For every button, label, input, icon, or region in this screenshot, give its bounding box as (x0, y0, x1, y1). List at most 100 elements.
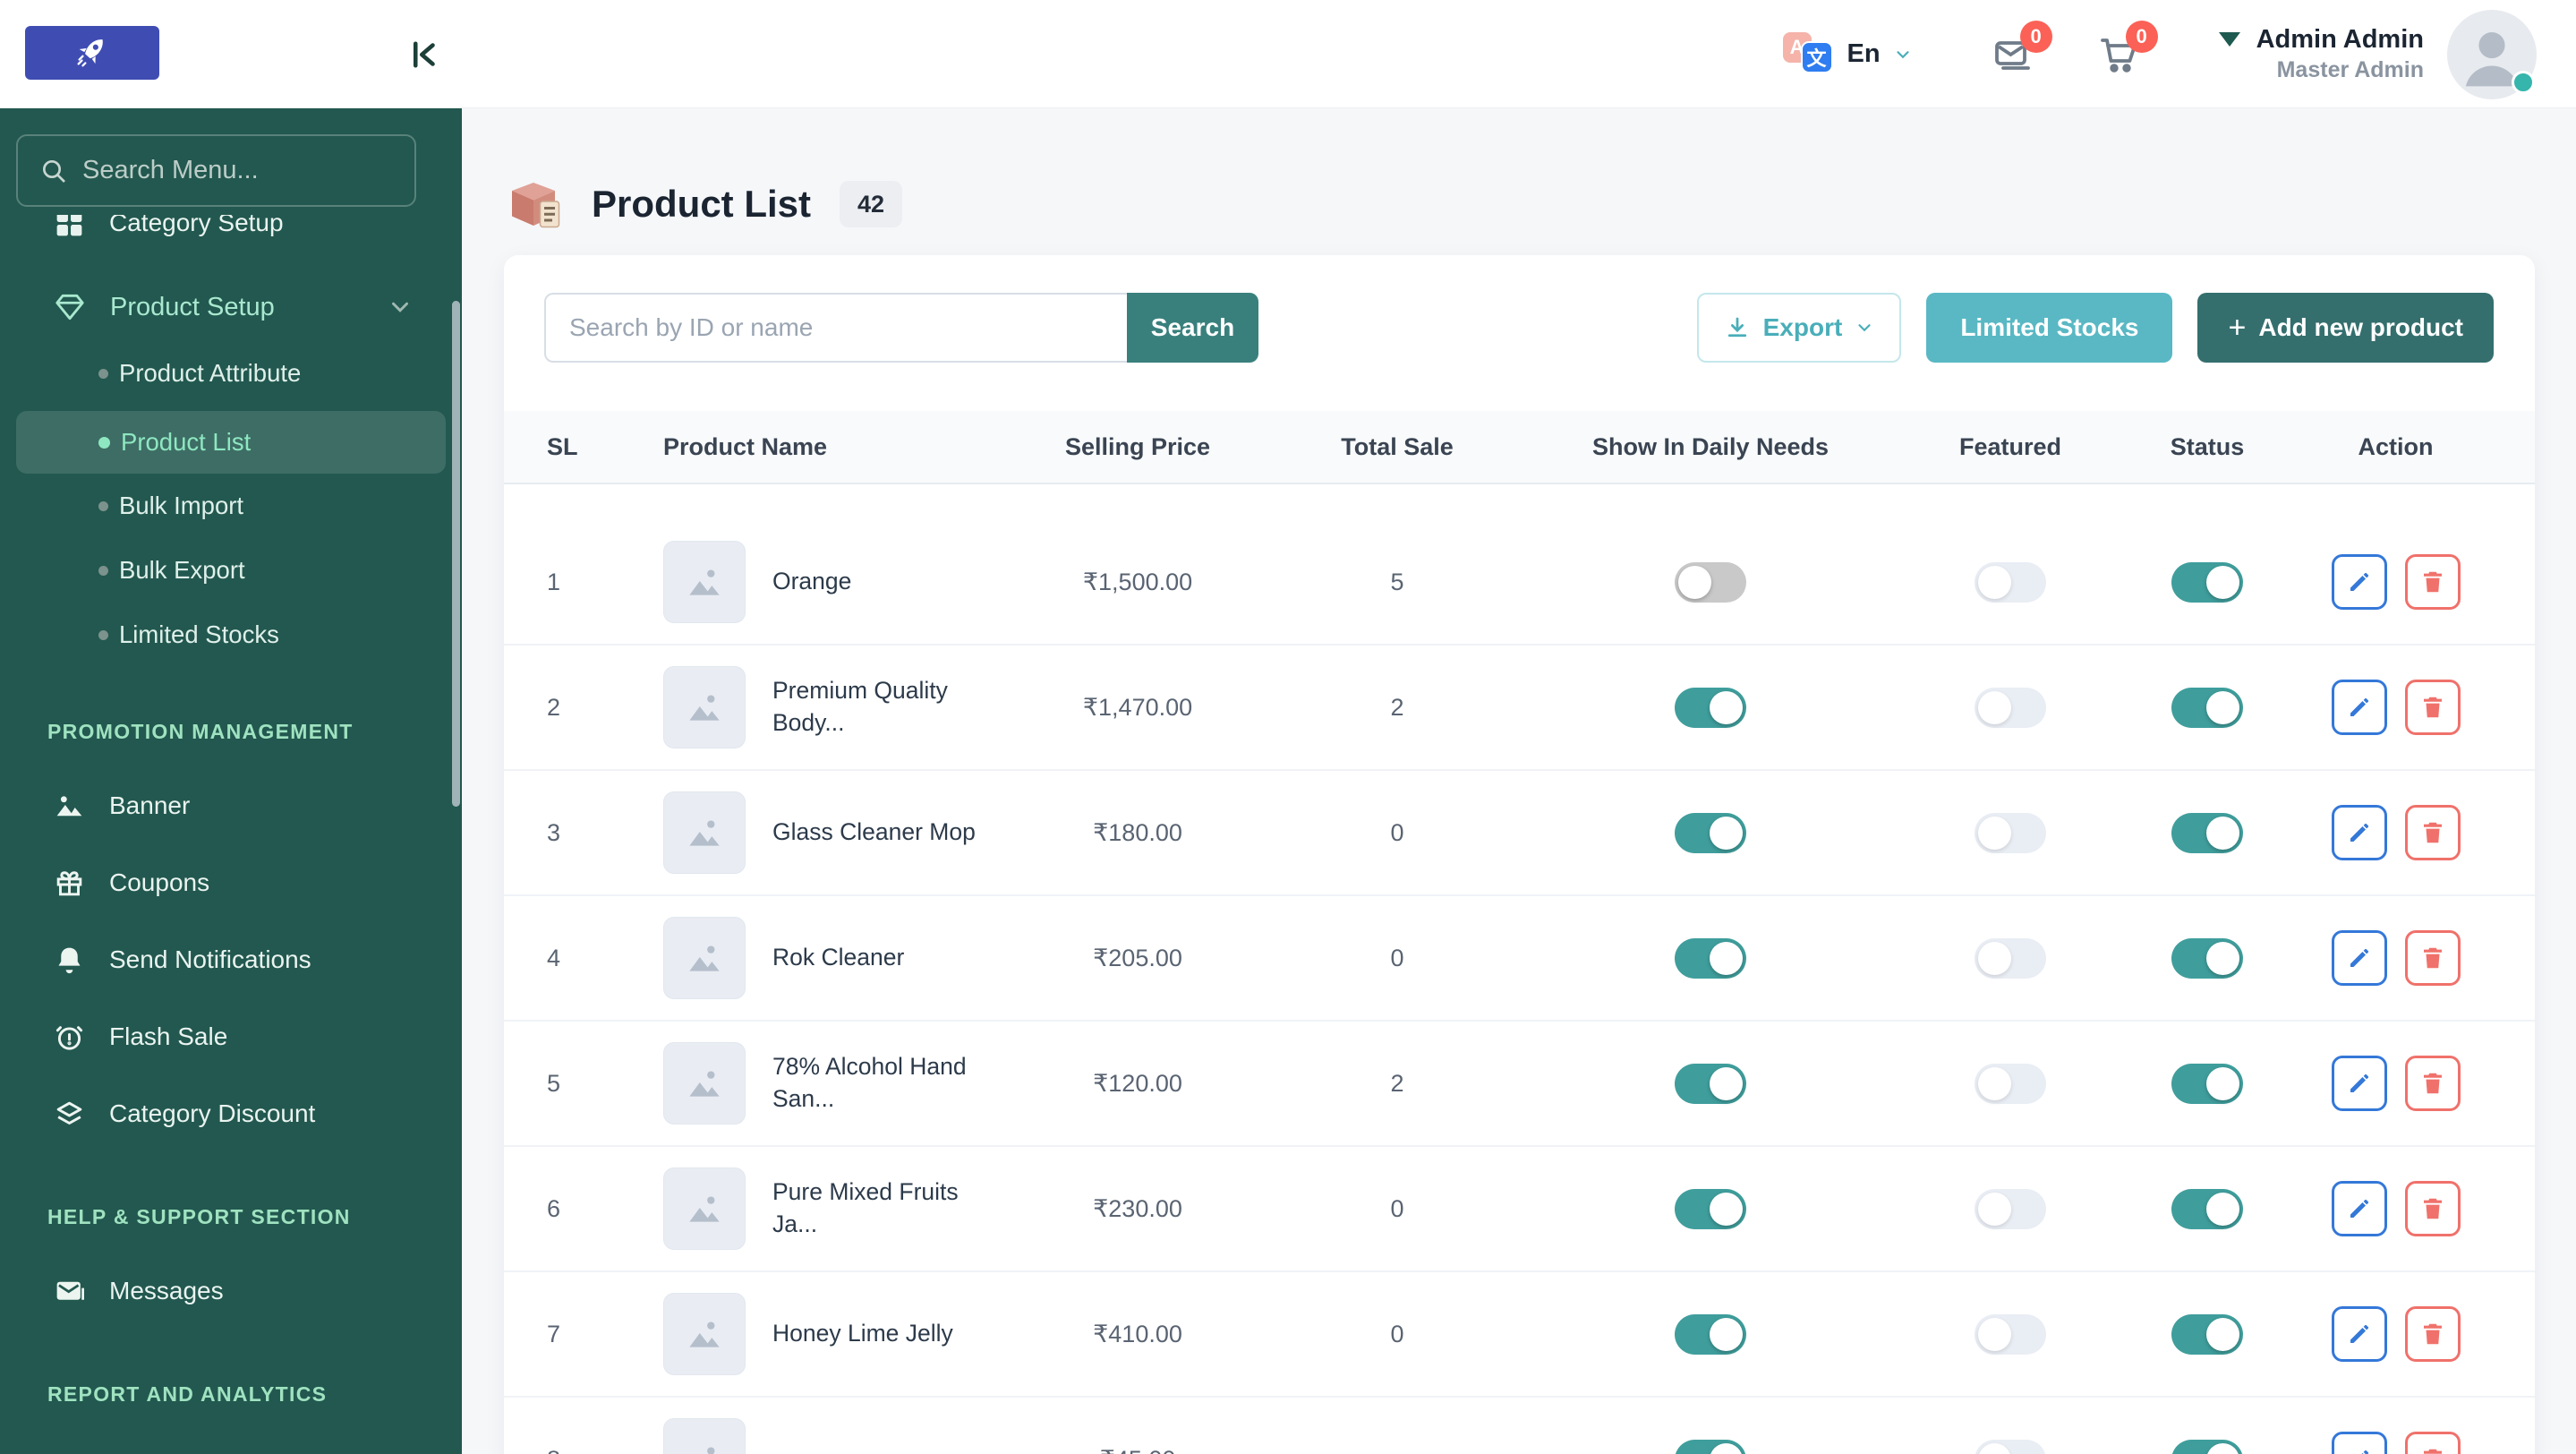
edit-button[interactable] (2331, 930, 2387, 986)
sidebar-item-product-attribute[interactable]: Product Attribute (0, 341, 462, 406)
status-cell (2122, 561, 2292, 603)
delete-button[interactable] (2404, 930, 2461, 986)
sidebar-search-input[interactable] (82, 156, 420, 185)
daily-needs-toggle[interactable] (1675, 1063, 1746, 1104)
daily-needs-toggle[interactable] (1675, 812, 1746, 853)
pencil-icon (2350, 1324, 2368, 1343)
language-label: En (1847, 39, 1881, 68)
sidebar-item-bulk-export[interactable]: Bulk Export (0, 538, 462, 603)
sidebar-item-flash-sale[interactable]: Flash Sale (0, 998, 462, 1075)
featured-toggle[interactable] (1975, 561, 2046, 603)
delete-button[interactable] (2404, 1432, 2461, 1454)
featured-toggle[interactable] (1975, 1313, 2046, 1355)
edit-button[interactable] (2331, 680, 2387, 735)
daily-needs-toggle[interactable] (1675, 1188, 1746, 1229)
sidebar-item-product-list[interactable]: Product List (16, 411, 446, 474)
col-sl: SL (547, 432, 578, 460)
sidebar-item-coupons[interactable]: Coupons (0, 844, 462, 921)
cart-icon-button[interactable]: 0 (2097, 20, 2158, 76)
delete-button[interactable] (2404, 554, 2461, 610)
sidebar-item-banner[interactable]: Banner (0, 767, 462, 844)
selling-price-cell: ₹410.00 (1093, 1320, 1182, 1347)
product-thumbnail (663, 1418, 746, 1454)
product-cell: Pure Mixed Fruits Ja... (663, 1167, 1003, 1250)
sidebar-group-label: Product Setup (110, 292, 275, 321)
daily-needs-toggle[interactable] (1675, 687, 1746, 728)
edit-button[interactable] (2331, 1056, 2387, 1111)
sidebar-item-category-setup[interactable]: Category Setup (0, 215, 462, 254)
user-menu[interactable]: Admin Admin Master Admin (2218, 23, 2424, 85)
chevron-down-icon (392, 302, 408, 312)
search-button[interactable]: Search (1127, 293, 1258, 363)
sidebar-group-product-setup[interactable]: Product Setup (0, 273, 462, 341)
product-search-input[interactable] (544, 293, 1127, 363)
delete-button[interactable] (2404, 1181, 2461, 1236)
featured-toggle[interactable] (1975, 1188, 2046, 1229)
daily-needs-cell (1523, 937, 1898, 979)
trash-icon (2423, 1323, 2442, 1345)
featured-toggle[interactable] (1975, 937, 2046, 979)
daily-needs-toggle[interactable] (1675, 561, 1746, 603)
table-row: 7 Honey Lime Jelly ₹410.00 0 (504, 1272, 2535, 1398)
product-cell (663, 1418, 1003, 1454)
delete-button[interactable] (2404, 1056, 2461, 1111)
edit-button[interactable] (2331, 1432, 2387, 1454)
sidebar-item-label: Messages (109, 1277, 224, 1304)
status-toggle[interactable] (2171, 937, 2243, 979)
limited-stocks-button[interactable]: Limited Stocks (1926, 293, 2173, 363)
action-cell (2292, 554, 2499, 610)
product-name: Rok Cleaner (772, 944, 905, 971)
avatar[interactable] (2447, 9, 2537, 99)
edit-button[interactable] (2331, 1181, 2387, 1236)
status-toggle[interactable] (2171, 812, 2243, 853)
add-product-button[interactable]: + Add new product (2197, 293, 2494, 363)
status-toggle[interactable] (2171, 1188, 2243, 1229)
total-sale-cell: 2 (1390, 1069, 1404, 1097)
status-toggle[interactable] (2171, 1063, 2243, 1104)
featured-toggle[interactable] (1975, 687, 2046, 728)
status-toggle[interactable] (2171, 687, 2243, 728)
status-toggle[interactable] (2171, 561, 2243, 603)
daily-needs-toggle[interactable] (1675, 937, 1746, 979)
featured-cell (1898, 1439, 2122, 1454)
status-cell (2122, 1313, 2292, 1355)
delete-button[interactable] (2404, 680, 2461, 735)
edit-button[interactable] (2331, 1306, 2387, 1362)
featured-toggle[interactable] (1975, 812, 2046, 853)
sidebar-scrollbar[interactable] (452, 301, 460, 807)
sidebar-collapse-icon[interactable] (405, 36, 442, 73)
sidebar-search[interactable] (16, 134, 420, 207)
sidebar-item-label: Category Discount (109, 1099, 316, 1127)
cart-count-badge: 0 (2125, 20, 2158, 53)
messages-icon-button[interactable]: 0 (1992, 20, 2052, 76)
daily-needs-toggle[interactable] (1675, 1439, 1746, 1454)
sidebar-item-bulk-import[interactable]: Bulk Import (0, 474, 462, 538)
image-placeholder-icon (689, 569, 720, 595)
trash-icon (2423, 947, 2442, 969)
edit-button[interactable] (2331, 554, 2387, 610)
export-button[interactable]: Export (1696, 293, 1902, 363)
status-toggle[interactable] (2171, 1313, 2243, 1355)
sl-cell: 1 (547, 568, 561, 595)
daily-needs-cell (1523, 1313, 1898, 1355)
sidebar-item-limited-stocks[interactable]: Limited Stocks (0, 603, 462, 667)
delete-button[interactable] (2404, 1306, 2461, 1362)
featured-toggle[interactable] (1975, 1439, 2046, 1454)
language-selector[interactable]: A文 En (1782, 30, 1913, 79)
delete-button[interactable] (2404, 805, 2461, 860)
trash-icon (2423, 571, 2442, 593)
pencil-icon (2350, 823, 2368, 842)
table-toolbar: Search Export Limited Stocks + Add new p… (544, 293, 2494, 363)
sidebar-item-category-discount[interactable]: Category Discount (0, 1075, 462, 1152)
sidebar-item-send-notifications[interactable]: Send Notifications (0, 921, 462, 998)
sidebar-item-messages[interactable]: Messages (0, 1253, 462, 1330)
sidebar-item-label: Flash Sale (109, 1022, 228, 1050)
product-thumbnail (663, 1042, 746, 1125)
product-cell: Premium Quality Body... (663, 666, 1003, 748)
app-logo[interactable] (25, 26, 159, 80)
featured-toggle[interactable] (1975, 1063, 2046, 1104)
status-toggle[interactable] (2171, 1439, 2243, 1454)
daily-needs-toggle[interactable] (1675, 1313, 1746, 1355)
edit-button[interactable] (2331, 805, 2387, 860)
status-cell (2122, 1439, 2292, 1454)
